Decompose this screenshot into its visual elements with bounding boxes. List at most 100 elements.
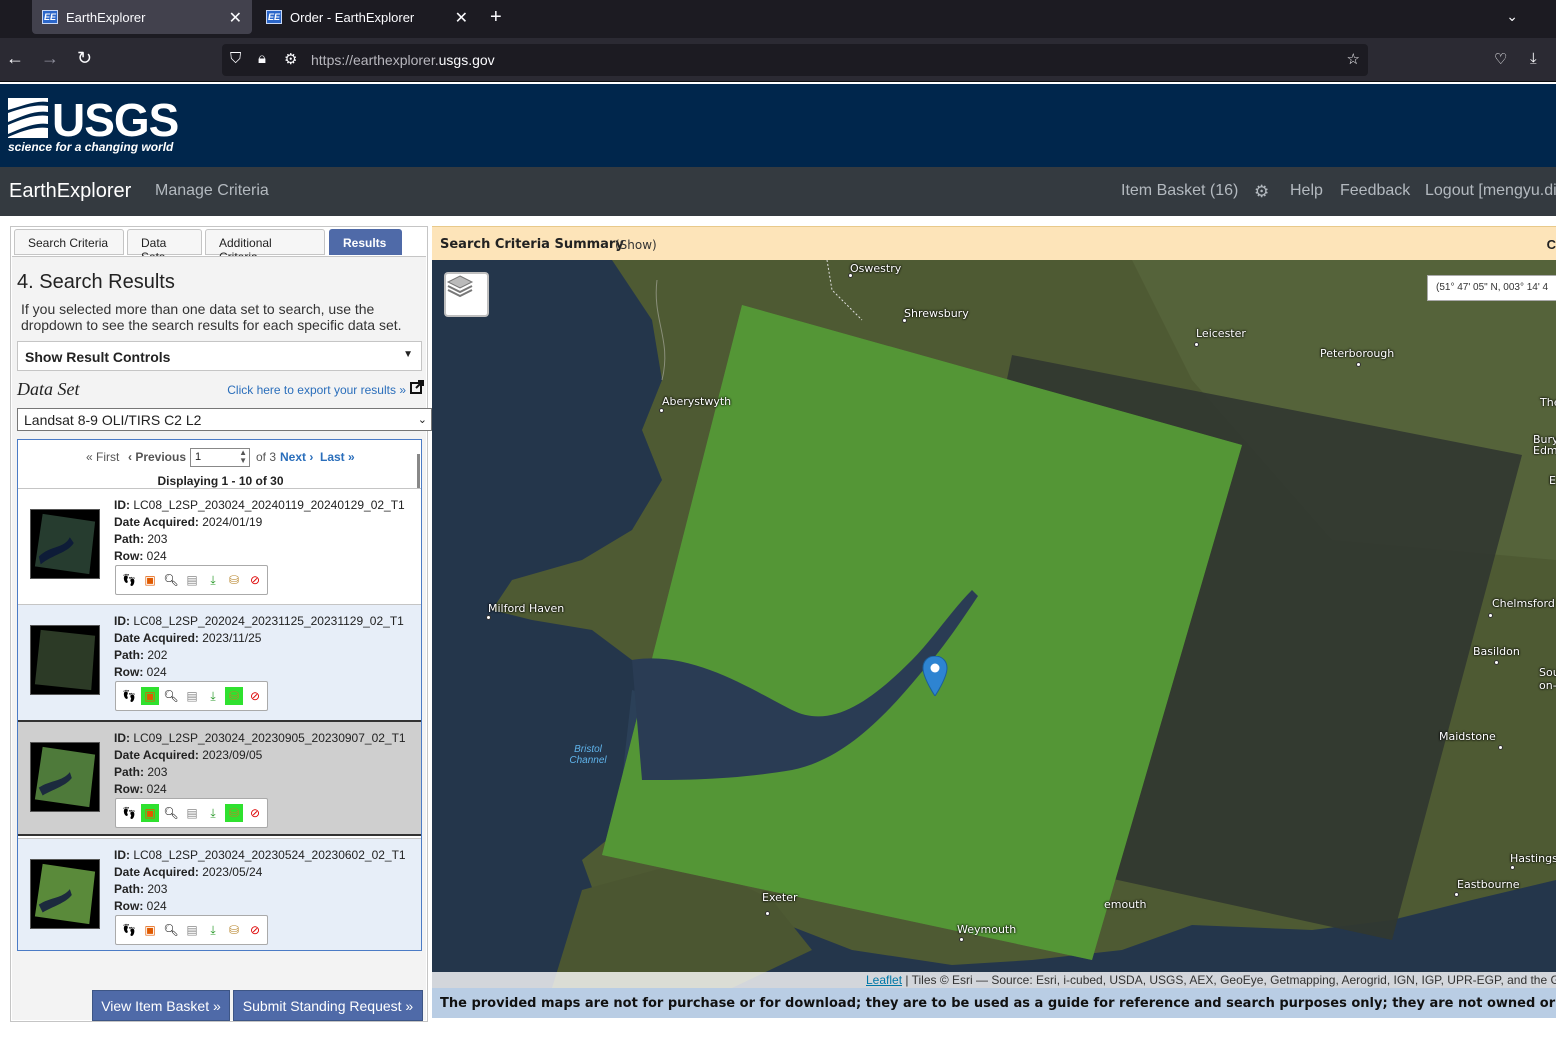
tab-list-chevron-icon[interactable]: ⌄: [1506, 8, 1518, 25]
tab-search-criteria[interactable]: Search Criteria: [14, 229, 124, 255]
logout-link[interactable]: Logout [mengyu.di: [1425, 182, 1556, 200]
search-criteria-summary-bar[interactable]: Search Criteria Summary (Show) C: [432, 226, 1556, 260]
add-to-basket-icon[interactable]: ⛁: [225, 804, 243, 822]
reload-icon[interactable]: ↻: [77, 48, 92, 69]
download-icon[interactable]: ⤓: [204, 687, 222, 705]
compare-icon[interactable]: 🔍︎: [162, 804, 180, 822]
next-page-link[interactable]: Next ›: [280, 450, 313, 464]
compare-icon[interactable]: 🔍︎: [162, 571, 180, 589]
page-number-value: 1: [195, 451, 202, 463]
tab-additional-criteria[interactable]: Additional Criteria: [205, 229, 325, 264]
shield-icon[interactable]: ⛉: [230, 50, 241, 67]
dataset-select[interactable]: Landsat 8-9 OLI/TIRS C2 L2 ⌄: [17, 408, 432, 431]
spinner-icon[interactable]: ▲ ▼: [239, 449, 247, 465]
metadata-icon[interactable]: ▤: [183, 571, 201, 589]
pocket-icon[interactable]: ♡: [1494, 50, 1507, 68]
scene-id: LC08_L2SP_203024_20240119_20240129_02_T1: [133, 498, 405, 512]
download-icon[interactable]: ⤓: [204, 921, 222, 939]
compare-icon[interactable]: 🔍︎: [162, 687, 180, 705]
close-tab-icon[interactable]: ✕: [455, 8, 468, 28]
layers-icon[interactable]: [444, 272, 489, 317]
export-results-link[interactable]: Click here to export your results »: [227, 383, 406, 397]
help-link[interactable]: Help: [1290, 182, 1323, 200]
app-title[interactable]: EarthExplorer: [9, 180, 131, 203]
scene-thumbnail[interactable]: [30, 625, 100, 695]
list-item[interactable]: ID: LC09_L2SP_203024_20230905_20230907_0…: [18, 720, 421, 836]
exclude-icon[interactable]: ⊘: [246, 571, 264, 589]
tab-title: EarthExplorer: [66, 9, 146, 25]
footprint-icon[interactable]: 👣︎: [120, 921, 138, 939]
metadata-icon[interactable]: ▤: [183, 804, 201, 822]
leaflet-link[interactable]: Leaflet: [866, 973, 902, 987]
tab-data-sets[interactable]: Data Sets: [127, 229, 202, 264]
footprint-icon[interactable]: 👣︎: [120, 571, 138, 589]
back-arrow-icon[interactable]: ←: [6, 48, 24, 69]
forward-arrow-icon[interactable]: →: [41, 48, 59, 69]
dataset-select-value: Landsat 8-9 OLI/TIRS C2 L2: [24, 412, 202, 428]
lock-icon[interactable]: 🔒︎: [258, 50, 266, 67]
scene-thumbnail[interactable]: [30, 742, 100, 812]
previous-page-link[interactable]: ‹ Previous: [128, 450, 186, 464]
result-details: ID: LC08_L2SP_202024_20231125_20231129_0…: [114, 614, 404, 679]
scene-thumbnail[interactable]: [30, 509, 100, 579]
list-item[interactable]: ID: LC08_L2SP_202024_20231125_20231129_0…: [18, 604, 421, 720]
list-item[interactable]: ID: LC08_L2SP_203024_20230524_20230602_0…: [18, 838, 421, 950]
page-number-input[interactable]: 1 ▲ ▼: [190, 448, 250, 467]
browser-tab-order[interactable]: EE Order - EarthExplorer ✕: [256, 0, 478, 34]
bookmark-star-icon[interactable]: ☆: [1347, 50, 1360, 68]
scene-thumbnail[interactable]: [30, 859, 100, 929]
close-tab-icon[interactable]: ✕: [229, 8, 242, 28]
overlay-icon[interactable]: ▣: [141, 804, 159, 822]
download-icon[interactable]: ⤓: [204, 804, 222, 822]
download-icon[interactable]: ⤓: [204, 571, 222, 589]
scene-id: LC08_L2SP_202024_20231125_20231129_02_T1: [133, 614, 404, 628]
compare-icon[interactable]: 🔍︎: [162, 921, 180, 939]
user-settings-icon[interactable]: ⚙︎: [1254, 182, 1269, 202]
download-icon[interactable]: ⤓: [1530, 50, 1537, 67]
metadata-icon[interactable]: ▤: [183, 687, 201, 705]
overlay-icon[interactable]: ▣: [141, 687, 159, 705]
city-label: Peterborough: [1320, 347, 1395, 360]
city-label: E: [1549, 474, 1556, 487]
chevron-down-icon: ⌄: [417, 414, 427, 426]
overlay-icon[interactable]: ▣: [141, 921, 159, 939]
city-label: Exeter: [762, 891, 798, 904]
browser-tab-earthexplorer[interactable]: EE EarthExplorer ✕: [32, 0, 252, 34]
add-to-basket-icon[interactable]: ⛁: [225, 687, 243, 705]
external-link-icon[interactable]: [410, 380, 424, 394]
city-label: Oswestry: [850, 262, 902, 275]
map-marker-icon[interactable]: [922, 656, 948, 696]
exclude-icon[interactable]: ⊘: [246, 804, 264, 822]
results-panel-body: 4. Search Results If you selected more t…: [12, 256, 432, 1021]
feedback-link[interactable]: Feedback: [1340, 182, 1410, 200]
submit-standing-request-button[interactable]: Submit Standing Request »: [233, 990, 423, 1021]
path-value: 203: [147, 765, 168, 779]
url-bar[interactable]: ⛉ 🔒︎ ⚙︎ https://earthexplorer.usgs.gov ☆: [222, 44, 1368, 76]
city-label: Maidstone: [1439, 730, 1496, 743]
city-label: Hastings: [1510, 852, 1556, 865]
view-item-basket-button[interactable]: View Item Basket »: [92, 990, 230, 1021]
footprint-icon[interactable]: 👣︎: [120, 687, 138, 705]
add-to-basket-icon[interactable]: ⛁: [225, 571, 243, 589]
add-to-basket-icon[interactable]: ⛁: [225, 921, 243, 939]
permissions-icon[interactable]: ⚙︎: [284, 50, 297, 68]
criteria-summary-title: Search Criteria Summary: [440, 237, 624, 252]
city-label: Aberystwyth: [662, 395, 732, 408]
item-basket-link[interactable]: Item Basket (16): [1121, 182, 1238, 200]
exclude-icon[interactable]: ⊘: [246, 921, 264, 939]
first-page-link[interactable]: « First: [86, 450, 119, 464]
city-label: emouth: [1104, 898, 1147, 911]
overlay-icon[interactable]: ▣: [141, 571, 159, 589]
last-page-link[interactable]: Last »: [320, 450, 355, 464]
map-view[interactable]: (51° 47' 05" N, 003° 14' 4 Oswestry Shre…: [432, 260, 1556, 988]
list-item[interactable]: ID: LC08_L2SP_203024_20240119_20240129_0…: [18, 488, 421, 604]
manage-criteria-link[interactable]: Manage Criteria: [155, 182, 269, 200]
criteria-show-link[interactable]: (Show): [615, 238, 657, 252]
criteria-clear-link[interactable]: C: [1547, 237, 1556, 252]
tab-results[interactable]: Results: [329, 229, 402, 255]
exclude-icon[interactable]: ⊘: [246, 687, 264, 705]
footprint-icon[interactable]: 👣︎: [120, 804, 138, 822]
new-tab-icon[interactable]: +: [490, 6, 502, 29]
show-result-controls-dropdown[interactable]: Show Result Controls ▼: [17, 341, 422, 371]
metadata-icon[interactable]: ▤: [183, 921, 201, 939]
